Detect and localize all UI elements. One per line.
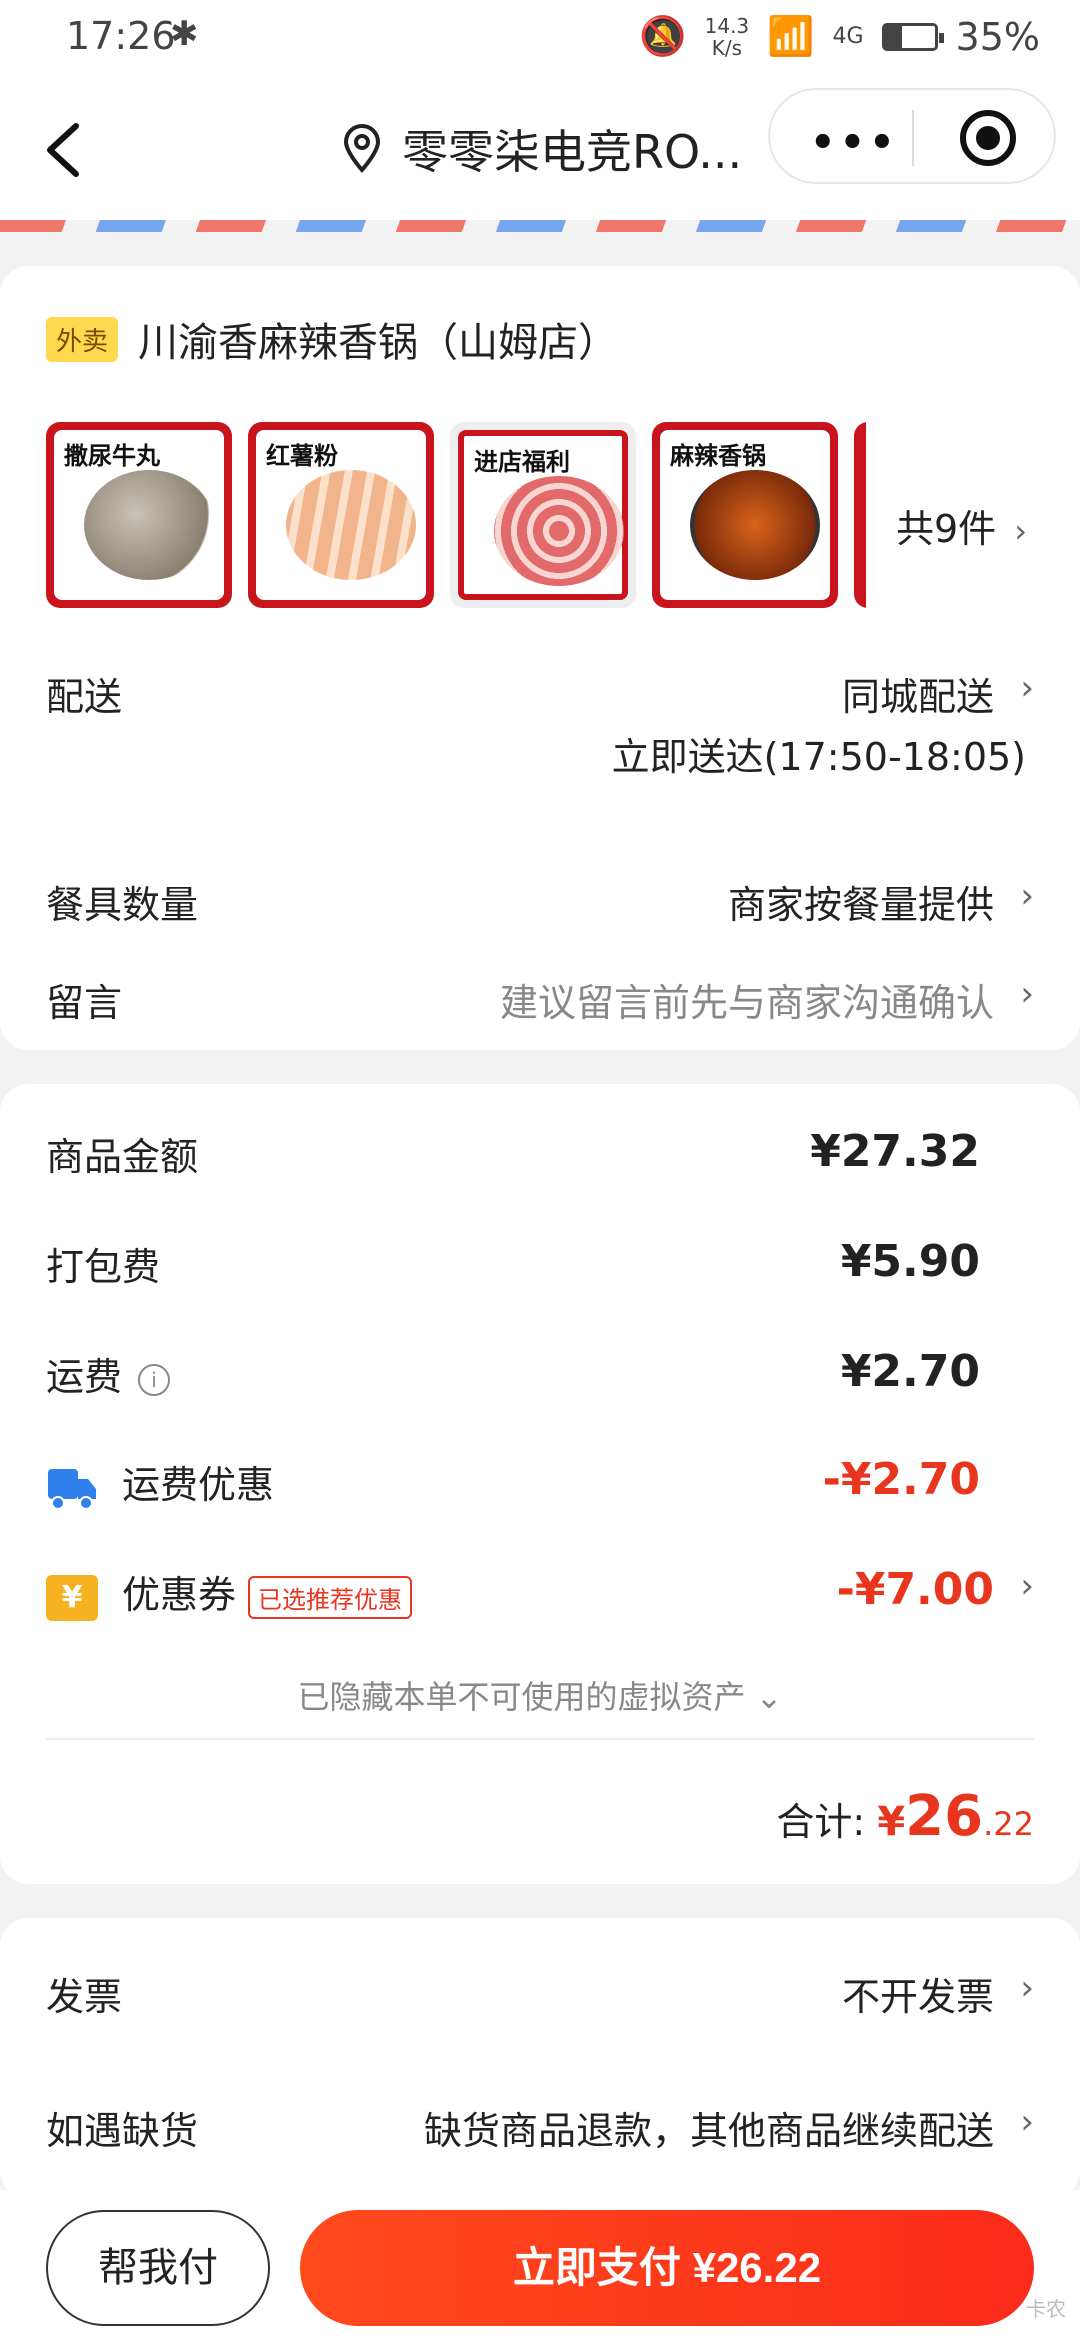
tableware-label: 餐具数量 bbox=[46, 883, 199, 927]
chevron-right-icon: › bbox=[1020, 1968, 1034, 2008]
chevron-right-icon: › bbox=[1020, 1566, 1034, 1606]
net-speed: 14.3 K/s bbox=[704, 13, 750, 60]
order-info-card: 外卖 川渝香麻辣香锅（山姆店） 撒尿牛丸 红薯粉 进店福利 麻辣香锅 共9件 ›… bbox=[0, 266, 1080, 1050]
item-thumbnail[interactable]: 进店福利 bbox=[450, 422, 636, 608]
total-amount: 合计: ¥26.22 bbox=[776, 1784, 1034, 1849]
mute-icon: 🔕 bbox=[639, 14, 687, 58]
item-count-link[interactable]: 共9件 › bbox=[896, 498, 1027, 553]
message-label: 留言 bbox=[46, 981, 123, 1025]
pay-now-button[interactable]: 立即支付 ¥26.22 bbox=[300, 2210, 1034, 2326]
signal-label: 4G bbox=[832, 24, 864, 49]
bottom-action-bar: 帮我付 立即支付 ¥26.22 卡农 bbox=[0, 2190, 1080, 2340]
capsule-divider bbox=[912, 110, 914, 166]
store-name: 川渝香麻辣香锅（山姆店） bbox=[138, 320, 619, 366]
info-icon[interactable]: i bbox=[138, 1363, 171, 1396]
store-header: 外卖 川渝香麻辣香锅（山姆店） bbox=[46, 310, 618, 368]
fee-summary-card: 商品金额 ¥27.32 打包费 ¥5.90 运费 i ¥2.70 运费优惠 -¥2… bbox=[0, 1084, 1080, 1884]
truck-icon bbox=[48, 1468, 96, 1510]
tableware-value: 商家按餐量提供 bbox=[727, 883, 994, 927]
navigation-bar: 零零柒电竞RO... ••• bbox=[0, 80, 1080, 220]
delivery-label: 配送 bbox=[46, 675, 123, 719]
message-placeholder: 建议留言前先与商家沟通确认 bbox=[499, 981, 994, 1025]
delivery-time: 立即送达(17:50-18:05) bbox=[611, 735, 1026, 779]
miniprogram-capsule: ••• bbox=[768, 88, 1056, 184]
item-thumbnail[interactable] bbox=[854, 422, 866, 608]
takeout-tag: 外卖 bbox=[46, 316, 119, 362]
battery-percent: 35% bbox=[955, 14, 1040, 59]
watermark: 卡农 bbox=[1026, 2297, 1066, 2321]
status-right: 🔕 14.3 K/s 📶 4G 35% bbox=[639, 14, 1040, 59]
recommended-badge: 已选推荐优惠 bbox=[248, 1576, 413, 1619]
bluetooth-icon: ✱ bbox=[170, 14, 199, 54]
close-miniprogram-icon[interactable] bbox=[960, 110, 1016, 166]
coupon-icon: ¥ bbox=[46, 1574, 98, 1621]
status-bar: 17:26 ✱ 🔕 14.3 K/s 📶 4G 35% bbox=[0, 0, 1080, 80]
envelope-stripe bbox=[0, 220, 1080, 232]
help-me-pay-button[interactable]: 帮我付 bbox=[46, 2210, 270, 2326]
page-title-text: 零零柒电竞RO... bbox=[402, 125, 743, 179]
chevron-right-icon: › bbox=[1020, 2102, 1034, 2142]
item-thumbnail[interactable]: 撒尿牛丸 bbox=[46, 422, 232, 608]
chevron-right-icon: › bbox=[1020, 876, 1034, 916]
page-title: 零零柒电竞RO... bbox=[340, 116, 742, 182]
more-menu-icon[interactable]: ••• bbox=[810, 120, 899, 166]
item-thumbnail[interactable]: 红薯粉 bbox=[248, 422, 434, 608]
item-thumbnail[interactable]: 麻辣香锅 bbox=[652, 422, 838, 608]
extra-options-card: 发票 不开发票 › 如遇缺货 缺货商品退款，其他商品继续配送 › bbox=[0, 1918, 1080, 2198]
chevron-right-icon: › bbox=[1014, 512, 1028, 550]
item-thumbnails[interactable]: 撒尿牛丸 红薯粉 进店福利 麻辣香锅 bbox=[46, 422, 866, 608]
hidden-assets-toggle[interactable]: 已隐藏本单不可使用的虚拟资产 ⌄ bbox=[0, 1672, 1080, 1718]
delivery-method: 同城配送 bbox=[841, 675, 994, 719]
location-pin-icon bbox=[343, 124, 381, 174]
status-time: 17:26 bbox=[66, 14, 176, 58]
chevron-right-icon: › bbox=[1020, 974, 1034, 1014]
back-arrow-icon[interactable] bbox=[36, 118, 96, 182]
wifi-icon: 📶 bbox=[767, 14, 815, 58]
battery-icon bbox=[881, 22, 944, 51]
chevron-right-icon: › bbox=[1020, 668, 1034, 708]
divider bbox=[46, 1738, 1034, 1740]
